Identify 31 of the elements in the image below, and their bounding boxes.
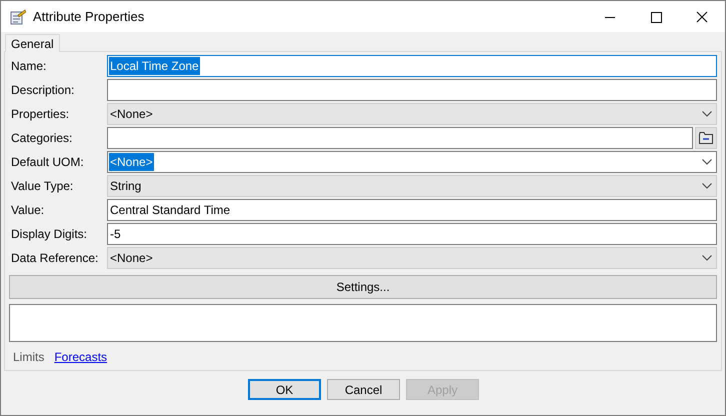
text-field[interactable] — [107, 79, 717, 101]
settings-button[interactable]: Settings... — [9, 275, 717, 299]
field-label: Value Type: — [10, 178, 74, 195]
text-field[interactable]: Central Standard Time — [107, 199, 717, 221]
dialog-button[interactable]: Cancel — [327, 379, 400, 400]
field-label: Display Digits: — [10, 226, 88, 243]
field-label: Name: — [10, 58, 48, 75]
dialog-button[interactable]: OK — [248, 379, 321, 400]
folder-icon — [699, 132, 713, 144]
field-label: Categories: — [10, 130, 74, 147]
link[interactable]: Forecasts — [54, 348, 108, 366]
chevron-icon — [702, 183, 712, 189]
field-label: Default UOM: — [10, 154, 85, 171]
properties-icon — [10, 8, 26, 24]
field-label: Value: — [10, 202, 46, 219]
text-field[interactable]: -5 — [107, 223, 717, 245]
browse-button[interactable] — [695, 127, 717, 149]
field-label: Properties: — [10, 106, 70, 123]
dropdown[interactable]: String — [107, 175, 717, 197]
field-label: Description: — [10, 82, 76, 99]
text-field[interactable] — [107, 127, 693, 149]
text-field[interactable]: Local Time Zone — [107, 55, 717, 77]
tab[interactable]: General — [5, 34, 60, 52]
chevron-icon — [702, 111, 712, 117]
chevron-icon — [702, 159, 712, 165]
dropdown[interactable]: <None> — [107, 247, 717, 269]
dropdown[interactable]: <None> — [107, 103, 717, 125]
chevron-icon — [702, 255, 712, 261]
combo-field[interactable]: <None> — [107, 151, 717, 173]
field-label: Data Reference: — [10, 250, 100, 267]
window-title: Attribute Properties — [33, 8, 144, 26]
